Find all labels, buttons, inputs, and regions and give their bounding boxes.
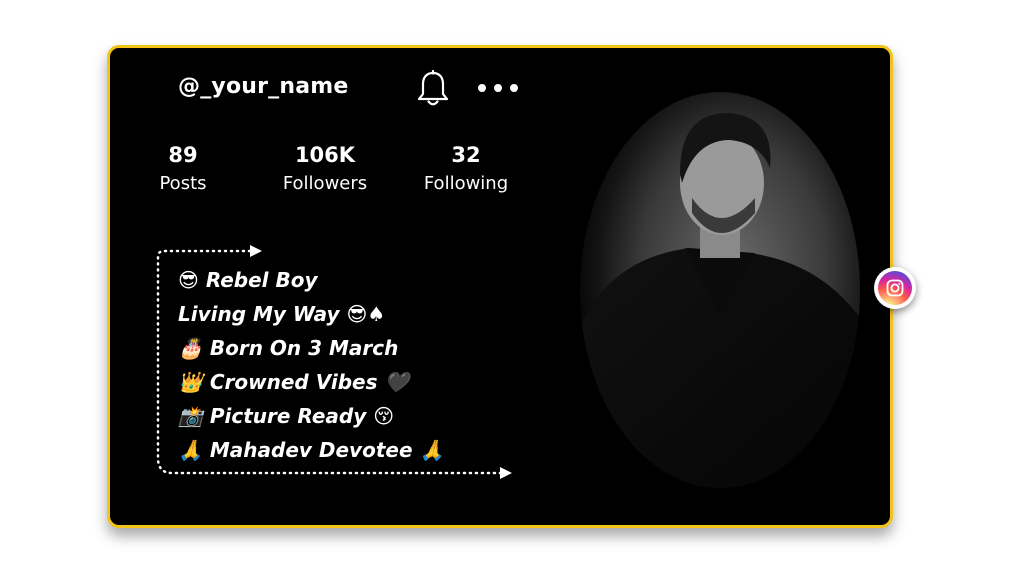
stat-posts-label: Posts bbox=[159, 173, 207, 194]
stat-following-label: Following bbox=[423, 173, 509, 194]
stat-followers-label: Followers bbox=[282, 173, 368, 194]
profile-photo bbox=[580, 92, 860, 488]
bio-line: 🎂 Born On 3 March bbox=[178, 336, 399, 360]
bio-line: Living My Way 😎♠ bbox=[178, 302, 386, 326]
stat-followers-value: 106K bbox=[294, 143, 356, 167]
bio-line: 📸 Picture Ready 😚 bbox=[178, 404, 395, 428]
instagram-icon bbox=[878, 271, 912, 305]
bio-line: 🙏 Mahadev Devotee 🙏 bbox=[178, 438, 445, 462]
stat-following-value: 32 bbox=[451, 143, 481, 167]
stat-posts-value: 89 bbox=[168, 143, 198, 167]
username: @_your_name bbox=[178, 74, 349, 99]
bio-line: 👑 Crowned Vibes 🖤 bbox=[178, 370, 410, 394]
instagram-badge[interactable] bbox=[874, 267, 916, 309]
stat-following[interactable]: 32 Following bbox=[416, 143, 516, 194]
bio-line: 😎 Rebel Boy bbox=[178, 268, 318, 292]
bio: 😎 Rebel Boy Living My Way 😎♠ 🎂 Born On 3… bbox=[178, 263, 444, 467]
more-options-icon[interactable] bbox=[476, 82, 520, 94]
stat-followers[interactable]: 106K Followers bbox=[270, 143, 380, 194]
stat-posts[interactable]: 89 Posts bbox=[145, 143, 221, 194]
profile-card: @_your_name 89 Posts 106K Followers 32 F… bbox=[107, 45, 893, 528]
bell-icon[interactable] bbox=[416, 70, 450, 108]
